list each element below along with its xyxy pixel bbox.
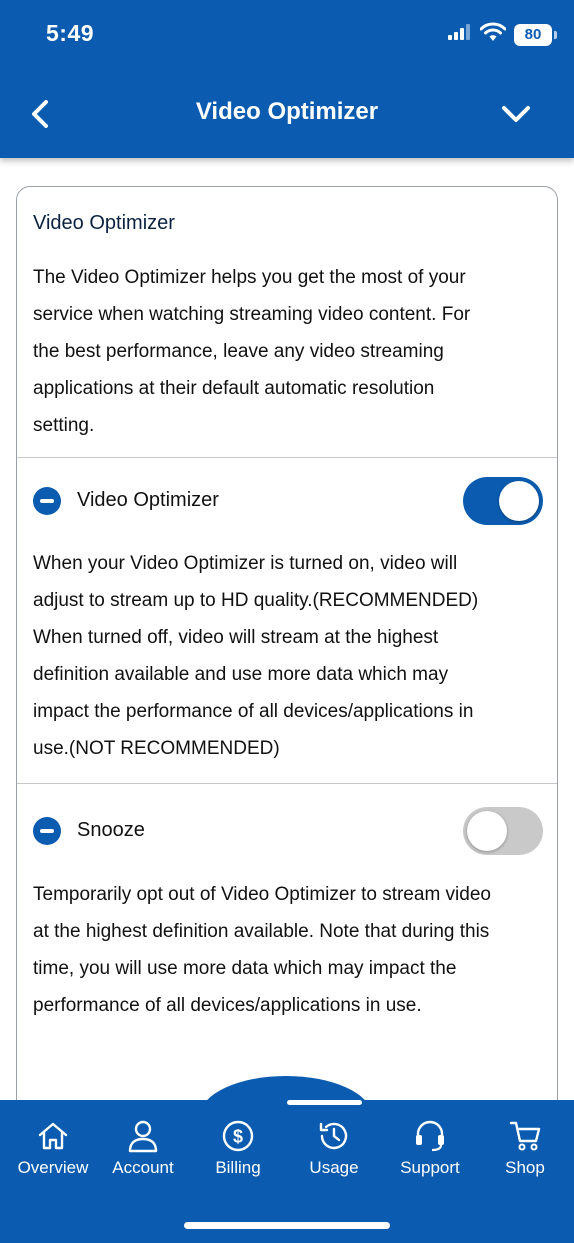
description-line: setting. [33, 415, 95, 436]
description-line: applications at their default automatic … [33, 378, 435, 399]
divider [17, 783, 557, 784]
tab-billing[interactable]: $ Billing [190, 1118, 286, 1178]
history-icon [286, 1118, 382, 1154]
tab-label: Shop [505, 1158, 545, 1177]
home-icon [5, 1118, 101, 1154]
battery-icon: 80 [514, 23, 557, 46]
description-line: adjust to stream up to HD quality.(RECOM… [33, 590, 479, 611]
tab-label: Overview [17, 1158, 89, 1177]
nav-bar: Video Optimizer [0, 84, 574, 144]
video-optimizer-description: When your Video Optimizer is turned on, … [33, 545, 545, 767]
app-header: 5:49 80 Video Optimizer [0, 0, 574, 158]
headset-icon [382, 1118, 478, 1154]
tab-shop[interactable]: Shop [477, 1118, 573, 1178]
wifi-icon [479, 22, 507, 47]
divider [17, 457, 557, 458]
signal-icon [448, 24, 472, 45]
description-line: at the highest definition available. Not… [33, 921, 490, 942]
chevron-down-icon [502, 106, 530, 122]
tab-label: Account [112, 1158, 174, 1177]
svg-text:$: $ [233, 1127, 243, 1147]
tab-label: Support [400, 1158, 460, 1177]
description-line: service when watching streaming video co… [33, 304, 471, 325]
grab-handle[interactable] [287, 1100, 362, 1105]
collapse-minus-icon[interactable] [33, 817, 61, 845]
video-optimizer-card: Video Optimizer The Video Optimizer help… [16, 186, 558, 1186]
video-optimizer-toggle[interactable] [463, 477, 543, 525]
toggle-knob [467, 811, 507, 851]
snooze-row: Snooze [33, 807, 543, 857]
description-line: When turned off, video will stream at th… [33, 627, 439, 648]
description-line: the best performance, leave any video st… [33, 341, 444, 362]
home-indicator [184, 1222, 390, 1229]
video-optimizer-label: Video Optimizer [77, 489, 219, 511]
toggle-knob [499, 481, 539, 521]
tab-label: Usage [309, 1158, 359, 1177]
snooze-description: Temporarily opt out of Video Optimizer t… [33, 876, 545, 1024]
card-description: The Video Optimizer helps you get the mo… [33, 259, 545, 444]
description-line: definition available and use more data w… [33, 664, 449, 685]
card-title: Video Optimizer [33, 212, 175, 234]
person-icon [95, 1118, 191, 1154]
description-line: Temporarily opt out of Video Optimizer t… [33, 884, 491, 905]
status-time: 5:49 [46, 20, 95, 46]
description-line: impact the performance of all devices/ap… [33, 701, 474, 722]
video-optimizer-row: Video Optimizer [33, 477, 543, 527]
snooze-toggle[interactable] [463, 807, 543, 855]
description-line: When your Video Optimizer is turned on, … [33, 553, 458, 574]
dollar-icon: $ [190, 1118, 286, 1154]
snooze-label: Snooze [77, 819, 145, 841]
tab-label: Billing [215, 1158, 261, 1177]
tab-usage[interactable]: Usage [286, 1118, 382, 1178]
tab-overview[interactable]: Overview [5, 1118, 101, 1178]
collapse-minus-icon[interactable] [33, 487, 61, 515]
dropdown-button[interactable] [496, 96, 536, 132]
status-bar: 5:49 80 [0, 0, 574, 70]
cart-icon [477, 1118, 573, 1154]
description-line: use.(NOT RECOMMENDED) [33, 738, 280, 759]
tab-support[interactable]: Support [382, 1118, 478, 1178]
description-line: performance of all devices/applications … [33, 995, 422, 1016]
status-icons: 80 [448, 22, 557, 47]
tab-account[interactable]: Account [95, 1118, 191, 1178]
description-line: time, you will use more data which may i… [33, 958, 457, 979]
description-line: The Video Optimizer helps you get the mo… [33, 267, 466, 288]
page-title: Video Optimizer [195, 98, 379, 125]
